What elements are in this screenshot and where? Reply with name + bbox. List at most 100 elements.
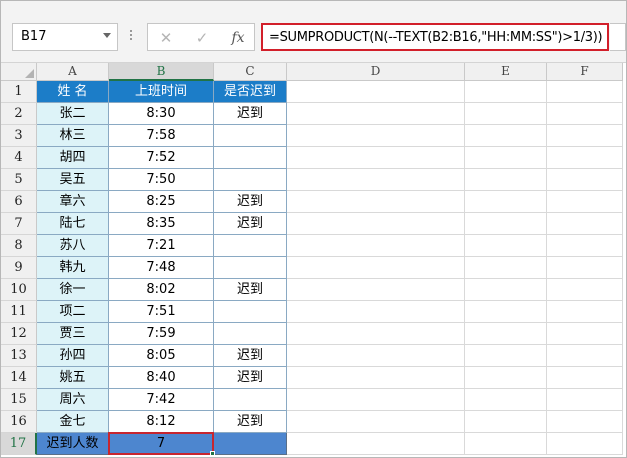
- cell-c9[interactable]: [214, 257, 287, 279]
- cell-c5[interactable]: [214, 169, 287, 191]
- cell-c17[interactable]: [214, 433, 287, 455]
- row-header-16[interactable]: 16: [1, 411, 37, 433]
- cell-f11[interactable]: [547, 301, 623, 323]
- cell-c12[interactable]: [214, 323, 287, 345]
- cell-f7[interactable]: [547, 213, 623, 235]
- cell-d2[interactable]: [287, 103, 465, 125]
- row-header-6[interactable]: 6: [1, 191, 37, 213]
- cell-b6[interactable]: 8:25: [109, 191, 214, 213]
- cell-a9[interactable]: 韩九: [37, 257, 109, 279]
- cell-e3[interactable]: [465, 125, 547, 147]
- cell-d14[interactable]: [287, 367, 465, 389]
- cell-c7[interactable]: 迟到: [214, 213, 287, 235]
- cell-f16[interactable]: [547, 411, 623, 433]
- cell-e2[interactable]: [465, 103, 547, 125]
- cell-e10[interactable]: [465, 279, 547, 301]
- cell-b9[interactable]: 7:48: [109, 257, 214, 279]
- cell-b10[interactable]: 8:02: [109, 279, 214, 301]
- cell-d9[interactable]: [287, 257, 465, 279]
- cell-d17[interactable]: [287, 433, 465, 455]
- cell-e6[interactable]: [465, 191, 547, 213]
- cell-b8[interactable]: 7:21: [109, 235, 214, 257]
- cell-d13[interactable]: [287, 345, 465, 367]
- column-header-e[interactable]: E: [465, 63, 547, 81]
- cell-e17[interactable]: [465, 433, 547, 455]
- cell-d16[interactable]: [287, 411, 465, 433]
- row-header-14[interactable]: 14: [1, 367, 37, 389]
- enter-icon[interactable]: ✓: [192, 28, 212, 48]
- cell-a13[interactable]: 孙四: [37, 345, 109, 367]
- cell-a1[interactable]: 姓 名: [37, 81, 109, 103]
- row-header-13[interactable]: 13: [1, 345, 37, 367]
- cell-d7[interactable]: [287, 213, 465, 235]
- row-header-10[interactable]: 10: [1, 279, 37, 301]
- row-header-15[interactable]: 15: [1, 389, 37, 411]
- cell-b4[interactable]: 7:52: [109, 147, 214, 169]
- cell-f15[interactable]: [547, 389, 623, 411]
- cell-d4[interactable]: [287, 147, 465, 169]
- cell-e13[interactable]: [465, 345, 547, 367]
- cell-c1[interactable]: 是否迟到: [214, 81, 287, 103]
- cell-d3[interactable]: [287, 125, 465, 147]
- cell-d6[interactable]: [287, 191, 465, 213]
- cell-a7[interactable]: 陆七: [37, 213, 109, 235]
- cell-e7[interactable]: [465, 213, 547, 235]
- cell-b13[interactable]: 8:05: [109, 345, 214, 367]
- cell-e14[interactable]: [465, 367, 547, 389]
- cell-a6[interactable]: 章六: [37, 191, 109, 213]
- cell-c13[interactable]: 迟到: [214, 345, 287, 367]
- cell-d15[interactable]: [287, 389, 465, 411]
- select-all-corner[interactable]: [1, 63, 37, 81]
- row-header-2[interactable]: 2: [1, 103, 37, 125]
- cell-d5[interactable]: [287, 169, 465, 191]
- cell-b16[interactable]: 8:12: [109, 411, 214, 433]
- cell-a14[interactable]: 姚五: [37, 367, 109, 389]
- row-header-9[interactable]: 9: [1, 257, 37, 279]
- cell-b3[interactable]: 7:58: [109, 125, 214, 147]
- cell-a10[interactable]: 徐一: [37, 279, 109, 301]
- cell-e12[interactable]: [465, 323, 547, 345]
- cell-f2[interactable]: [547, 103, 623, 125]
- cell-c4[interactable]: [214, 147, 287, 169]
- cell-a11[interactable]: 项二: [37, 301, 109, 323]
- column-header-d[interactable]: D: [287, 63, 465, 81]
- column-header-c[interactable]: C: [214, 63, 287, 81]
- cell-f12[interactable]: [547, 323, 623, 345]
- cell-d12[interactable]: [287, 323, 465, 345]
- column-header-f[interactable]: F: [547, 63, 623, 81]
- insert-function-icon[interactable]: fx: [228, 28, 248, 48]
- cancel-icon[interactable]: ✕: [156, 28, 176, 48]
- name-box[interactable]: B17: [12, 23, 118, 51]
- cell-b2[interactable]: 8:30: [109, 103, 214, 125]
- cell-a3[interactable]: 林三: [37, 125, 109, 147]
- formula-input[interactable]: =SUMPRODUCT(N(--TEXT(B2:B16,"HH:MM:SS")>…: [261, 23, 609, 51]
- cell-a4[interactable]: 胡四: [37, 147, 109, 169]
- column-header-a[interactable]: A: [37, 63, 109, 81]
- row-header-12[interactable]: 12: [1, 323, 37, 345]
- cell-c11[interactable]: [214, 301, 287, 323]
- cell-c10[interactable]: 迟到: [214, 279, 287, 301]
- row-header-17[interactable]: 17: [1, 433, 37, 455]
- cell-b15[interactable]: 7:42: [109, 389, 214, 411]
- cell-d1[interactable]: [287, 81, 465, 103]
- cell-c8[interactable]: [214, 235, 287, 257]
- cell-e11[interactable]: [465, 301, 547, 323]
- cell-c15[interactable]: [214, 389, 287, 411]
- cell-e8[interactable]: [465, 235, 547, 257]
- cell-e15[interactable]: [465, 389, 547, 411]
- drag-handle-icon[interactable]: [129, 28, 133, 46]
- cell-a5[interactable]: 吴五: [37, 169, 109, 191]
- cell-c14[interactable]: 迟到: [214, 367, 287, 389]
- row-header-7[interactable]: 7: [1, 213, 37, 235]
- row-header-1[interactable]: 1: [1, 81, 37, 103]
- cell-a12[interactable]: 贾三: [37, 323, 109, 345]
- row-header-8[interactable]: 8: [1, 235, 37, 257]
- cell-f13[interactable]: [547, 345, 623, 367]
- formula-bar-expand[interactable]: [610, 23, 626, 51]
- cell-b12[interactable]: 7:59: [109, 323, 214, 345]
- cell-b1[interactable]: 上班时间: [109, 81, 214, 103]
- cell-f5[interactable]: [547, 169, 623, 191]
- chevron-down-icon[interactable]: [103, 33, 111, 38]
- cell-d11[interactable]: [287, 301, 465, 323]
- cell-d10[interactable]: [287, 279, 465, 301]
